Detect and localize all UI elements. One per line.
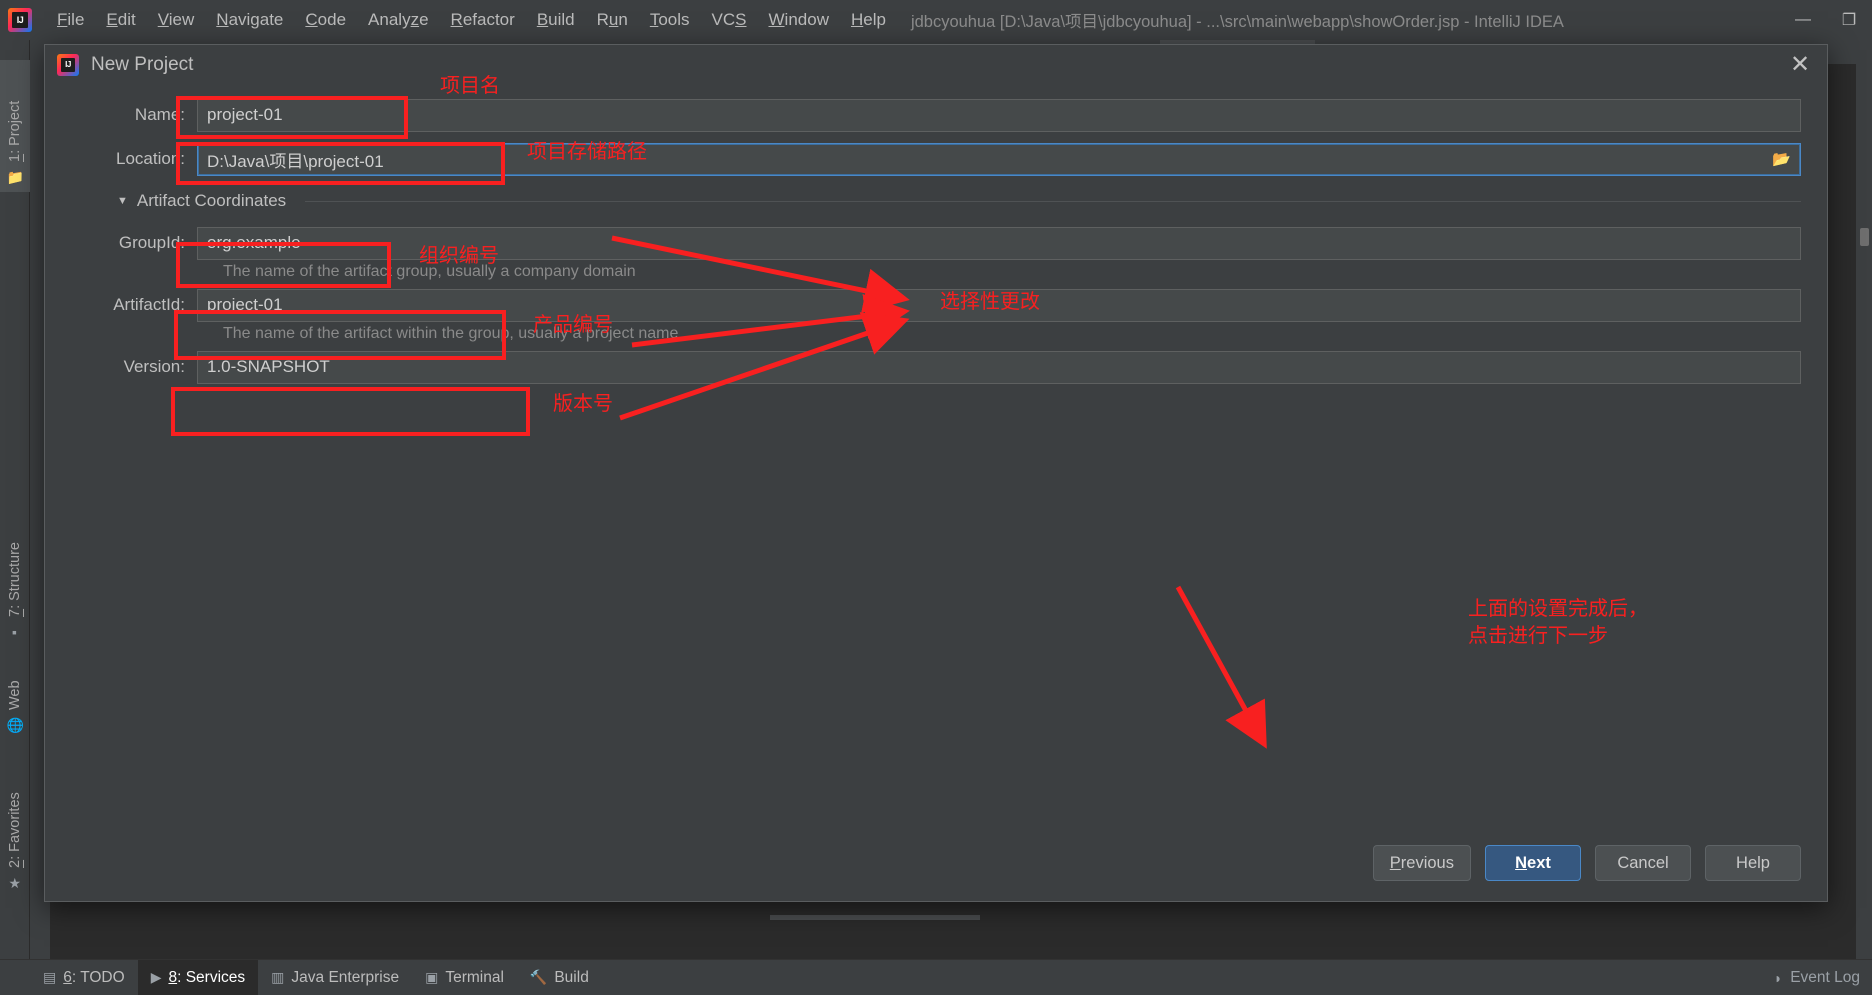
annotation-label: 项目存储路径 (527, 139, 647, 163)
annotation-label: 版本号 (553, 391, 613, 415)
sidebar-tab-icon: ★ (8, 875, 22, 891)
browse-folder-icon[interactable]: 📂 (1772, 150, 1791, 168)
annotation-label: 组织编号 (419, 243, 499, 267)
sidebar-tab-icon: 🌐 (6, 717, 24, 733)
window-controls: — ❐ (1780, 0, 1872, 40)
event-log-icon: ◗ (1773, 969, 1783, 986)
menu-item-refactor[interactable]: Refactor (440, 8, 526, 32)
menu-item-run[interactable]: Run (586, 8, 639, 32)
artifactid-input-value: project-01 (207, 295, 283, 314)
statusbar-item-label: Terminal (445, 968, 504, 986)
menu-item-file[interactable]: File (46, 8, 95, 32)
name-label: Name: (134, 105, 185, 124)
annotation-label: 项目名 (440, 73, 500, 97)
window-title: jdbcyouhua [D:\Java\项目\jdbcyouhua] - ...… (910, 13, 1564, 31)
annotation-label: 选择性更改 (940, 289, 1040, 313)
help-button[interactable]: Help (1705, 845, 1801, 881)
name-row: Name: project-01 (45, 93, 1827, 137)
artifactid-label: ArtifactId: (113, 295, 185, 314)
location-label: Location: (116, 149, 185, 168)
sidebar-tab-structure[interactable]: ▪ 7: Structure (0, 518, 30, 646)
statusbar-item-java-enterprise[interactable]: ▥ Java Enterprise (258, 960, 412, 995)
menu-item-build[interactable]: Build (526, 8, 586, 32)
menu-item-edit[interactable]: Edit (95, 8, 146, 32)
menu-item-navigate[interactable]: Navigate (205, 8, 294, 32)
menu-item-help[interactable]: Help (840, 8, 897, 32)
right-tool-strip (1856, 40, 1872, 959)
sidebar-tab-icon: ▪ (12, 624, 18, 640)
statusbar-item-label: Build (554, 968, 589, 986)
dialog-app-icon: IJ (57, 54, 79, 76)
artifact-coordinates-label: Artifact Coordinates (136, 191, 287, 210)
version-row: Version: 1.0-SNAPSHOT (45, 345, 1827, 389)
menu-item-view[interactable]: View (147, 8, 206, 32)
artifactid-hint: The name of the artifact within the grou… (223, 325, 679, 342)
menu-item-vcs[interactable]: VCS (701, 8, 758, 32)
annotation-label: 上面的设置完成后， 点击进行下一步 (1468, 596, 1648, 647)
status-bar: ▤ 6: TODO ▶ 8: Services ▥ Java Enterprise ▣ Ter… (0, 959, 1872, 995)
location-input-value: D:\Java\项目\project-01 (207, 151, 384, 171)
section-divider (305, 200, 1801, 202)
menu-item-window[interactable]: Window (758, 8, 840, 32)
menu-item-analyze[interactable]: Analyze (357, 8, 440, 32)
sidebar-tab-project[interactable]: 📁 1: Project (0, 60, 30, 192)
next-button[interactable]: Next (1485, 845, 1581, 881)
location-row: Location: D:\Java\项目\project-01 📂 (45, 137, 1827, 181)
right-gutter-marker (1860, 228, 1869, 246)
version-label: Version: (123, 357, 185, 376)
dialog-header: IJ New Project ✕ (45, 45, 1827, 85)
statusbar-item-8-services[interactable]: ▶ 8: Services (137, 959, 259, 995)
dialog-title: New Project (91, 54, 194, 75)
sidebar-tab-label: 7: Structure (7, 542, 23, 617)
button-label: Previous (1389, 853, 1454, 872)
sidebar-tab-label: 2: Favorites (7, 792, 23, 868)
annotation-label: 产品编号 (533, 312, 613, 336)
menu-item-code[interactable]: Code (294, 8, 357, 32)
minimize-button[interactable]: — (1780, 0, 1826, 40)
sidebar-tab-label: 1: Project (7, 100, 23, 162)
sidebar-tab-favorites[interactable]: ★ 2: Favorites (0, 762, 30, 898)
statusbar-item-icon: 🔨 (529, 969, 548, 985)
statusbar-item-icon: ▤ (43, 969, 57, 985)
statusbar-item-6-todo[interactable]: ▤ 6: TODO (30, 960, 138, 995)
groupid-row: GroupId: org.example (45, 221, 1827, 265)
statusbar-item-label: Java Enterprise (291, 968, 400, 986)
statusbar-item-icon: ▶ (150, 969, 162, 985)
name-input-value: project-01 (207, 105, 283, 124)
artifactid-row: ArtifactId: project-01 (45, 283, 1827, 327)
sidebar-tab-label: Web (7, 680, 23, 710)
statusbar-item-label: 8: Services (168, 968, 246, 986)
button-label: Help (1736, 853, 1770, 872)
groupid-label: GroupId: (118, 233, 185, 252)
groupid-input-value: org.example (207, 233, 301, 252)
new-project-dialog: IJ New Project ✕ Name: project-01 Locati… (44, 44, 1828, 902)
menu-bar: IJ File Edit View Navigate Code Analyze Refact… (0, 0, 1872, 40)
statusbar-item-terminal[interactable]: ▣ Terminal (412, 960, 517, 995)
event-log-button[interactable]: ◗ Event Log (1774, 969, 1860, 987)
dialog-button-bar: Previous Next Cancel Help (1372, 845, 1801, 881)
statusbar-item-icon: ▣ (425, 969, 439, 985)
chevron-down-icon: ▼ (117, 195, 128, 207)
artifact-coordinates-section-header[interactable]: ▼ Artifact Coordinates (45, 181, 1827, 221)
intellij-logo-icon: IJ (8, 8, 32, 32)
version-input-value: 1.0-SNAPSHOT (207, 357, 330, 376)
menu-item-tools[interactable]: Tools (639, 8, 701, 32)
version-input[interactable]: 1.0-SNAPSHOT (197, 350, 1801, 384)
editor-ghost-row (770, 915, 980, 920)
sidebar-tab-web[interactable]: 🌐 Web (0, 662, 30, 740)
cancel-button[interactable]: Cancel (1595, 845, 1691, 881)
button-label: Next (1515, 853, 1551, 872)
restore-button[interactable]: ❐ (1826, 0, 1872, 40)
button-label: Cancel (1617, 853, 1669, 872)
previous-button[interactable]: Previous (1372, 845, 1471, 881)
event-log-label: Event Log (1790, 968, 1860, 986)
name-input[interactable]: project-01 (197, 98, 1801, 132)
close-icon[interactable]: ✕ (1787, 53, 1813, 79)
statusbar-item-label: 6: TODO (63, 968, 125, 986)
statusbar-item-icon: ▥ (271, 969, 285, 985)
location-input[interactable]: D:\Java\项目\project-01 📂 (197, 142, 1801, 176)
sidebar-tab-icon: 📁 (6, 169, 24, 185)
statusbar-item-build[interactable]: 🔨 Build (517, 960, 602, 995)
new-project-form: Name: project-01 Location: D:\Java\项目\pr… (45, 93, 1827, 389)
